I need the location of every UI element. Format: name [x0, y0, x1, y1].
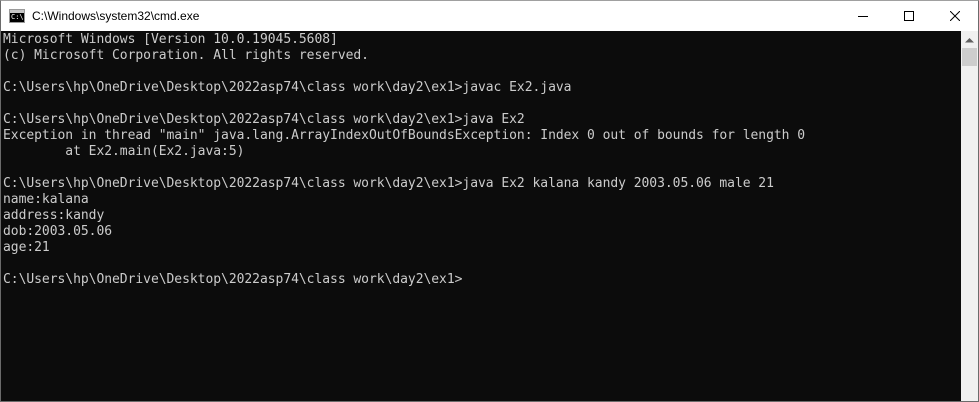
console-line: C:\Users\hp\OneDrive\Desktop\2022asp74\c… — [3, 176, 774, 191]
maximize-icon — [904, 11, 914, 21]
console-line: C:\Users\hp\OneDrive\Desktop\2022asp74\c… — [3, 80, 572, 95]
close-button[interactable] — [932, 1, 978, 31]
console-line: at Ex2.main(Ex2.java:5) — [3, 144, 245, 159]
vertical-scrollbar[interactable] — [961, 31, 978, 401]
console-line: Exception in thread "main" java.lang.Arr… — [3, 128, 806, 143]
title-bar[interactable]: C:\ C:\Windows\system32\cmd.exe — [1, 1, 978, 31]
console-area[interactable]: Microsoft Windows [Version 10.0.19045.56… — [1, 31, 978, 401]
chevron-up-icon — [965, 37, 974, 42]
close-icon — [950, 11, 960, 21]
console-line: Microsoft Windows [Version 10.0.19045.56… — [3, 32, 338, 47]
scroll-up-button[interactable] — [961, 31, 978, 48]
console-line: name:kalana — [3, 192, 89, 207]
console-line: (c) Microsoft Corporation. All rights re… — [3, 48, 369, 63]
minimize-button[interactable] — [840, 1, 886, 31]
console-line: address:kandy — [3, 208, 105, 223]
console-output[interactable]: Microsoft Windows [Version 10.0.19045.56… — [3, 32, 961, 400]
console-line: dob:2003.05.06 — [3, 224, 113, 239]
scrollbar-thumb[interactable] — [962, 48, 977, 66]
console-line: C:\Users\hp\OneDrive\Desktop\2022asp74\c… — [3, 112, 525, 127]
minimize-icon — [858, 16, 868, 17]
console-line: age:21 — [3, 240, 50, 255]
console-prompt-line: C:\Users\hp\OneDrive\Desktop\2022asp74\c… — [3, 272, 463, 287]
cmd-icon[interactable]: C:\ — [9, 9, 25, 23]
maximize-button[interactable] — [886, 1, 932, 31]
window-controls — [840, 1, 978, 31]
window-title: C:\Windows\system32\cmd.exe — [32, 9, 200, 23]
cmd-window: C:\ C:\Windows\system32\cmd.exe Microsof… — [0, 0, 979, 402]
